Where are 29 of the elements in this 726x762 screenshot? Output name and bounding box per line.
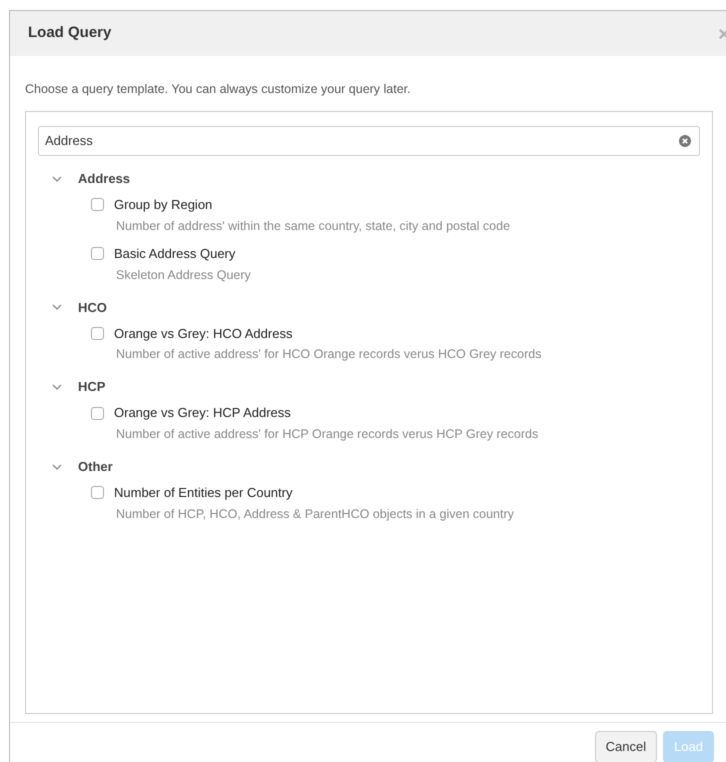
clear-icon[interactable] (679, 134, 691, 147)
template-name[interactable]: Number of Entities per Country (114, 483, 292, 502)
checkbox[interactable] (91, 247, 104, 260)
group-heading: Address (78, 170, 130, 188)
dialog-title: Load Query (28, 23, 112, 44)
checkbox[interactable] (91, 486, 104, 500)
chevron-down-icon[interactable] (52, 382, 62, 392)
checkbox[interactable] (91, 406, 104, 420)
template-description: Number of HCP, HCO, Address & ParentHCO objects in a given country (115, 506, 515, 523)
template-name[interactable]: Basic Address Query (114, 244, 236, 264)
chevron-down-icon[interactable] (52, 302, 62, 312)
template-description: Number of active address' for HCP Orange records verus HCP Grey records (115, 426, 540, 443)
group-heading: HCP (78, 378, 106, 396)
close-icon[interactable] (719, 28, 726, 38)
chevron-down-icon[interactable] (52, 462, 62, 472)
template-name[interactable]: Orange vs Grey: HCP Address (114, 403, 291, 423)
search-field[interactable]: Address (38, 126, 700, 156)
template-name[interactable]: Orange vs Grey: HCO Address (114, 324, 292, 343)
template-name[interactable]: Group by Region (114, 195, 212, 214)
cancel-button[interactable]: Cancel (594, 731, 658, 762)
chevron-down-icon[interactable] (52, 174, 62, 184)
checkbox[interactable] (91, 198, 104, 212)
checkbox[interactable] (91, 326, 104, 340)
group-heading: HCO (78, 298, 107, 316)
template-description: Skeleton Address Query (115, 266, 252, 284)
group-heading: Other (78, 458, 113, 476)
template-description: Number of active address' for HCO Orange records verus HCO Grey records (115, 346, 542, 364)
dialog-description: Choose a query template. You can always customize your query later. (24, 81, 412, 98)
template-description: Number of address' within the same country, state, city and postal code (115, 218, 512, 235)
